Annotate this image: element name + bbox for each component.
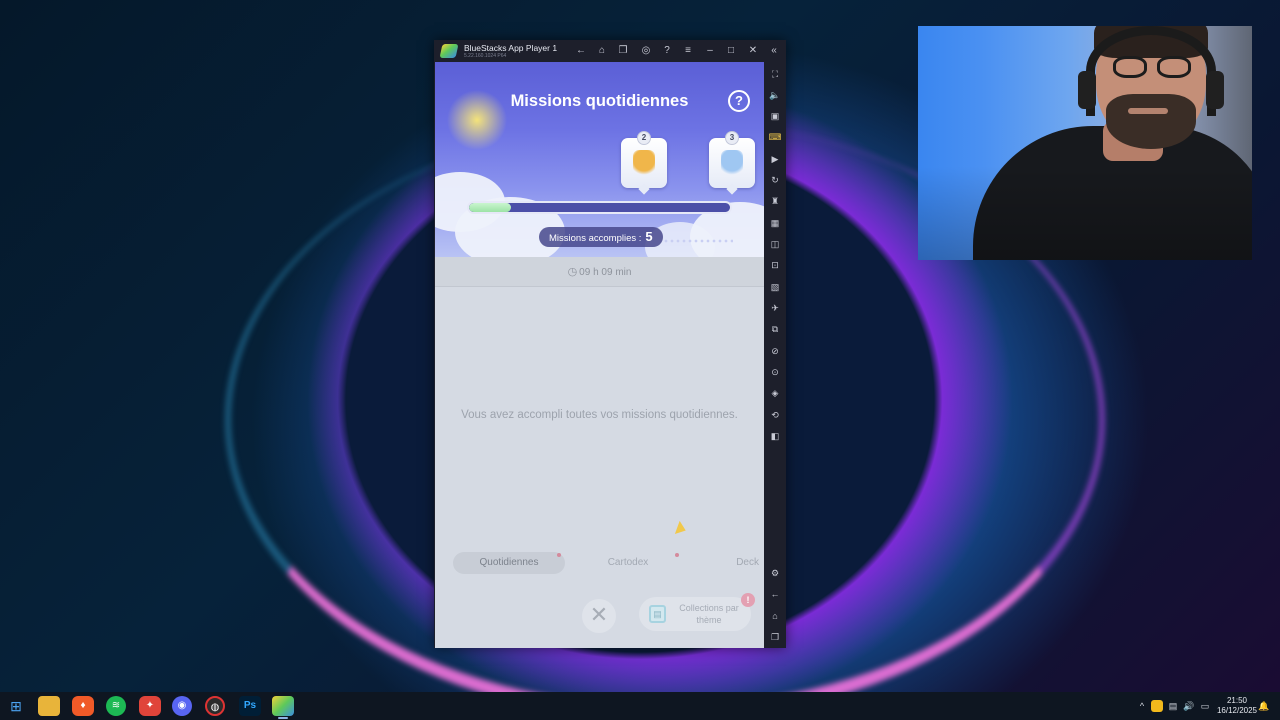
home-icon[interactable]: ⌂ (595, 44, 609, 58)
android-home-icon[interactable]: ⌂ (768, 609, 782, 623)
tab-label: Deck (736, 557, 759, 568)
layers-icon[interactable]: ◈ (768, 386, 782, 400)
install-apk-icon[interactable]: ⧉ (768, 322, 782, 336)
missions-completed-pill: Missions accomplies :5 (539, 227, 663, 247)
missions-progress-bar (467, 201, 732, 214)
clock-icon: ◷ (567, 266, 578, 278)
clock-time: 21:50 (1226, 696, 1248, 705)
clock-date: 16/12/2025 (1216, 706, 1258, 715)
minimize-icon[interactable]: – (703, 44, 717, 58)
screenshot-icon[interactable]: ◫ (768, 237, 782, 251)
collection-book-icon: ▤ (649, 605, 666, 623)
keyboard-layout-icon[interactable]: ▤ (1167, 700, 1179, 712)
gallery-icon[interactable]: ▧ (768, 280, 782, 294)
discord-icon[interactable]: ◉ (172, 696, 192, 716)
missions-completed-label: Missions accomplies : (549, 233, 642, 244)
android-back-icon[interactable]: ← (768, 587, 782, 601)
close-window-icon[interactable]: ✕ (746, 44, 760, 58)
reward-tier-badge: 3 (725, 131, 739, 145)
tab-cartodex[interactable]: Cartodex (573, 552, 683, 574)
notifications-bell-icon[interactable]: 🔔 (1258, 700, 1270, 712)
reward-tier-badge: 2 (637, 131, 651, 145)
clock[interactable]: 21:50 16/12/2025 (1213, 696, 1261, 716)
tab-deck[interactable]: Deck (691, 552, 764, 574)
help-button[interactable]: ? (728, 90, 750, 112)
reward-creature-icon (633, 150, 655, 176)
missions-progress-fill (469, 203, 511, 212)
reward-creature-icon (721, 150, 743, 176)
tray-app-icon[interactable] (1151, 700, 1163, 712)
webcam-overlay (918, 26, 1252, 260)
recent-apps-icon[interactable]: ❐ (768, 630, 782, 644)
tab-quotidiennes[interactable]: Quotidiennes (453, 552, 565, 574)
collections-button[interactable]: ▤ Collections par thème (639, 597, 751, 631)
brave-browser-icon[interactable]: ♦ (72, 696, 94, 716)
tab-label: Quotidiennes (479, 557, 539, 568)
settings-gear-icon[interactable]: ⚙ (768, 566, 782, 580)
screen-record-icon[interactable]: ▣ (768, 109, 782, 123)
account-icon[interactable]: ◎ (639, 44, 653, 58)
airplane-mode-icon[interactable]: ✈ (768, 301, 782, 315)
emulator-sidebar: ⛶ 🔈 ▣ ⌨ ▶ ↻ ♜ ▦ ◫ ⊡ ▧ ✈ ⧉ ⊘ ⊙ ◈ ⟲ ◧ ⚙ ← … (764, 62, 786, 648)
sidebar-toggle-icon[interactable]: ◧ (768, 429, 782, 443)
maximize-icon[interactable]: □ (724, 44, 738, 58)
emulator-version: 5.22.160.1024 P64 (464, 53, 507, 59)
bottom-actions: ✕ ▤ Collections par thème ! (435, 579, 764, 648)
bluestacks-taskbar-icon[interactable] (272, 696, 294, 719)
file-explorer-icon[interactable] (38, 696, 60, 716)
app-icon-red[interactable]: ✦ (139, 696, 161, 716)
collections-label: Collections par thème (679, 603, 739, 625)
missions-completed-count: 5 (645, 229, 653, 244)
eco-mode-icon[interactable]: ⊘ (768, 344, 782, 358)
page-title: Missions quotidiennes (510, 92, 689, 110)
dots-decoration (663, 239, 733, 243)
reward-chest-tier-3[interactable]: 3 (709, 131, 755, 188)
help-circle-icon[interactable]: ? (660, 44, 674, 58)
windows-start-icon[interactable]: ⊞ (5, 696, 27, 716)
emulator-title: BlueStacks App Player 1 (464, 43, 558, 53)
fullscreen-icon[interactable]: ⛶ (768, 67, 782, 81)
photoshop-icon[interactable]: Ps (239, 696, 261, 716)
speaker-icon[interactable]: 🔊 (1183, 700, 1195, 712)
obs-icon[interactable]: ◍ (205, 696, 225, 716)
menu-icon[interactable]: ≡ (681, 44, 695, 58)
capture-region-icon[interactable]: ⊡ (768, 258, 782, 272)
reward-chest-tier-2[interactable]: 2 (621, 131, 667, 188)
emulator-titlebar[interactable]: BlueStacks App Player 1 5.22.160.1024 P6… (434, 40, 786, 62)
webcam-shade (918, 26, 1252, 260)
missions-tabs: Quotidiennes Cartodex Deck (435, 547, 764, 579)
keyboard-controls-icon[interactable]: ⌨ (768, 130, 782, 144)
windows-taskbar: ⊞ ♦ ≋ ✦ ◉ ◍ Ps ^ ▤ 🔊 ▭ 21:50 16/12/2025 … (0, 692, 1280, 720)
missions-list-area (435, 287, 764, 569)
tab-label: Cartodex (607, 557, 649, 568)
location-icon[interactable]: ⊙ (768, 365, 782, 379)
game-screen: Missions quotidiennes ? 2 3 Missions acc… (435, 62, 764, 648)
tab-notification-dot (675, 553, 679, 557)
tray-overflow-chevron-icon[interactable]: ^ (1136, 700, 1148, 712)
sync-icon[interactable]: ⟲ (768, 408, 782, 422)
volume-icon[interactable]: 🔈 (768, 88, 782, 102)
spotify-icon[interactable]: ≋ (106, 696, 126, 716)
all-missions-done-message: Vous avez accompli toutes vos missions q… (461, 409, 738, 421)
collapse-sidebar-icon[interactable]: « (767, 44, 781, 58)
collections-notification-badge: ! (741, 593, 755, 607)
timer-text: 09 h 09 min (579, 267, 632, 278)
close-button[interactable]: ✕ (582, 599, 616, 633)
network-icon[interactable]: ▭ (1199, 700, 1211, 712)
gamepad-icon[interactable]: ♜ (768, 194, 782, 208)
media-manager-icon[interactable]: ▦ (768, 216, 782, 230)
bluestacks-window: BlueStacks App Player 1 5.22.160.1024 P6… (434, 40, 786, 648)
multi-instance-icon[interactable]: ❐ (616, 44, 630, 58)
tab-notification-dot (557, 553, 561, 557)
rotate-icon[interactable]: ↻ (768, 173, 782, 187)
macro-play-icon[interactable]: ▶ (768, 152, 782, 166)
back-arrow-icon[interactable]: ← (574, 44, 588, 58)
missions-header: Missions quotidiennes ? 2 3 Missions acc… (435, 62, 764, 272)
reset-timer: ◷ 09 h 09 min (435, 257, 764, 287)
bluestacks-logo-icon (439, 44, 459, 58)
